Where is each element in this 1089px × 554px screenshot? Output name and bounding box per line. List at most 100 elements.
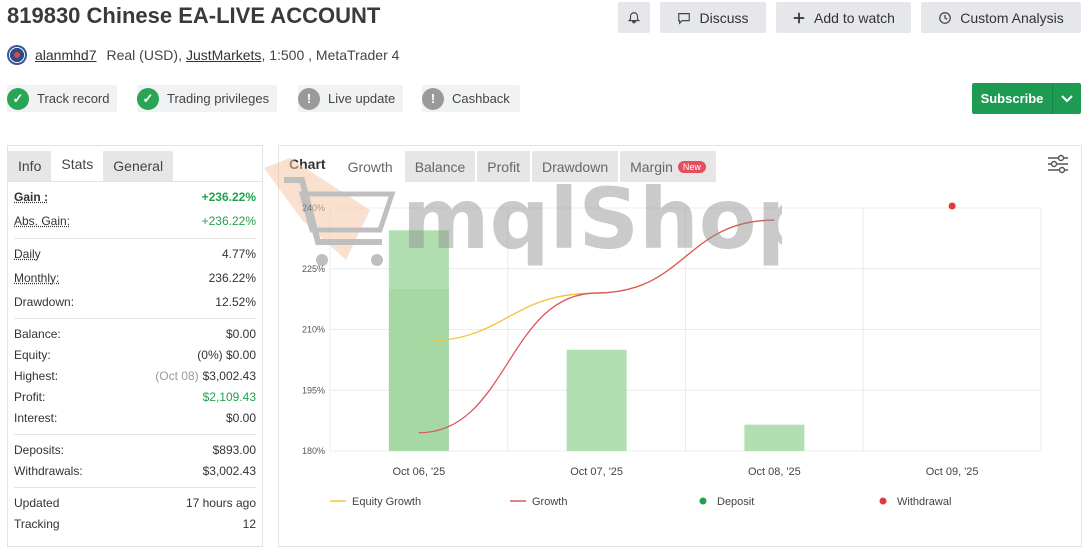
- badge-track-record[interactable]: ✓ Track record: [7, 85, 118, 112]
- filter-settings-icon[interactable]: [1047, 154, 1069, 174]
- badge-label: Trading privileges: [167, 91, 270, 106]
- bar: [744, 424, 805, 451]
- legend-marker: [699, 497, 707, 505]
- plus-icon: [793, 12, 805, 23]
- legend-label: Growth: [532, 496, 567, 508]
- subscribe-label: Subscribe: [980, 91, 1044, 106]
- page-title: 819830 Chinese EA-LIVE ACCOUNT: [7, 3, 381, 28]
- tab-stats[interactable]: Stats: [51, 146, 104, 181]
- gain-label: Gain :: [14, 190, 49, 204]
- monthly-row: Monthly: 236.22%: [14, 271, 256, 285]
- tab-profit[interactable]: Profit: [477, 151, 530, 182]
- legend-marker: [879, 497, 887, 505]
- chart-tabs: Chart Growth Balance Profit Drawdown Mar…: [279, 146, 1081, 182]
- highest-value: $3,002.43: [202, 369, 256, 383]
- tab-margin[interactable]: Margin New: [620, 151, 716, 182]
- bar: [566, 349, 627, 451]
- broker-link[interactable]: JustMarkets: [186, 47, 261, 63]
- exclamation-icon: !: [298, 87, 320, 110]
- new-badge: New: [677, 160, 706, 173]
- drawdown-row: Drawdown: 12.52%: [14, 295, 256, 309]
- badge-label: Cashback: [452, 91, 510, 106]
- growth-chart: 180% 195% 210% 225% 240% Oct 06, '25 Oct 07, '…: [302, 202, 1042, 508]
- profit-value: $2,109.43: [202, 390, 256, 404]
- daily-row: Daily 4.77%: [14, 247, 256, 261]
- updated-row: Updated 17 hours ago: [14, 496, 256, 510]
- interest-label: Interest:: [14, 411, 58, 425]
- monthly-label: Monthly:: [14, 271, 60, 285]
- gain-row: Gain : +236.22%: [14, 190, 256, 204]
- withdrawals-label: Withdrawals:: [14, 464, 83, 478]
- highest-row: Highest: (Oct 08) $3,002.43: [14, 369, 256, 383]
- badge-live-update[interactable]: ! Live update: [298, 85, 404, 112]
- balance-row: Balance: $0.00: [14, 327, 256, 341]
- exclamation-icon: !: [422, 87, 444, 110]
- user-link[interactable]: alanmhd7: [35, 47, 97, 63]
- account-type: Real (USD),: [106, 47, 182, 63]
- x-tick-label: Oct 09, '25: [926, 466, 979, 478]
- x-tick-label: Oct 07, '25: [570, 466, 623, 478]
- chevron-down-icon[interactable]: [1052, 83, 1081, 114]
- y-tick-label: 180%: [302, 446, 325, 456]
- tab-balance[interactable]: Balance: [404, 151, 476, 182]
- daily-label: Daily: [14, 247, 41, 261]
- updated-value: 17 hours ago: [185, 496, 256, 510]
- tracking-label: Tracking: [14, 517, 60, 531]
- balance-label: Balance:: [14, 327, 61, 341]
- badge-label: Track record: [37, 91, 110, 106]
- drawdown-label: Drawdown:: [14, 295, 75, 309]
- tab-drawdown[interactable]: Drawdown: [531, 151, 619, 182]
- x-tick-label: Oct 06, '25: [392, 466, 445, 478]
- equity-label: Equity:: [14, 348, 51, 362]
- chart-panel: Chart Growth Balance Profit Drawdown Mar…: [278, 145, 1082, 547]
- custom-analysis-label: Custom Analysis: [960, 9, 1064, 26]
- highest-label: Highest:: [14, 369, 59, 383]
- account-leverage: , 1:500 , MetaTrader 4: [261, 47, 400, 63]
- tab-info[interactable]: Info: [8, 151, 52, 181]
- updated-label: Updated: [14, 496, 60, 510]
- balance-value: $0.00: [225, 327, 256, 341]
- tab-margin-label: Margin: [630, 158, 673, 175]
- y-tick-label: 210%: [302, 325, 325, 335]
- deposits-value: $893.00: [212, 443, 256, 457]
- equity-row: Equity: (0%) $0.00: [14, 348, 256, 362]
- x-tick-label: Oct 08, '25: [748, 466, 801, 478]
- badge-cashback[interactable]: ! Cashback: [422, 85, 520, 112]
- tracking-row: Tracking 12: [14, 517, 256, 531]
- add-watch-label: Add to watch: [814, 9, 895, 26]
- profit-row: Profit: $2,109.43: [14, 390, 256, 404]
- notification-button[interactable]: [618, 2, 650, 33]
- tab-general[interactable]: General: [103, 151, 174, 181]
- legend-label: Withdrawal: [897, 496, 951, 508]
- equity-value: (0%) $0.00: [197, 348, 256, 362]
- gain-value: +236.22%: [201, 190, 256, 204]
- withdrawals-value: $3,002.43: [202, 464, 256, 478]
- subscribe-button[interactable]: Subscribe: [972, 83, 1081, 114]
- badge-trading-privileges[interactable]: ✓ Trading privileges: [137, 85, 278, 112]
- discuss-button[interactable]: Discuss: [660, 2, 766, 33]
- abs-gain-row: Abs. Gain: +236.22%: [14, 214, 256, 228]
- highest-date: (Oct 08): [155, 369, 199, 383]
- legend-label: Deposit: [717, 496, 754, 508]
- daily-value: 4.77%: [221, 247, 256, 261]
- account-info: alanmhd7 Real (USD), JustMarkets , 1:500…: [7, 45, 399, 65]
- y-tick-label: 195%: [302, 385, 325, 395]
- add-to-watch-button[interactable]: Add to watch: [776, 2, 911, 33]
- custom-analysis-button[interactable]: Custom Analysis: [921, 2, 1081, 33]
- abs-gain-value: +236.22%: [201, 214, 256, 228]
- abs-gain-label: Abs. Gain:: [14, 214, 71, 228]
- chat-icon: [678, 12, 691, 25]
- y-tick-label: 240%: [302, 203, 325, 213]
- tab-chart[interactable]: Chart: [279, 146, 336, 182]
- tab-growth[interactable]: Growth: [337, 151, 403, 182]
- stats-panel: Info Stats General Gain : +236.22% Abs. …: [7, 145, 263, 547]
- series-point: [948, 202, 956, 210]
- withdrawals-row: Withdrawals: $3,002.43: [14, 464, 256, 478]
- discuss-label: Discuss: [699, 9, 749, 26]
- deposits-row: Deposits: $893.00: [14, 443, 256, 457]
- drawdown-value: 12.52%: [215, 295, 256, 309]
- deposits-label: Deposits:: [14, 443, 65, 457]
- tracking-value: 12: [242, 517, 256, 531]
- series-line: [418, 219, 775, 343]
- check-icon: ✓: [7, 87, 29, 110]
